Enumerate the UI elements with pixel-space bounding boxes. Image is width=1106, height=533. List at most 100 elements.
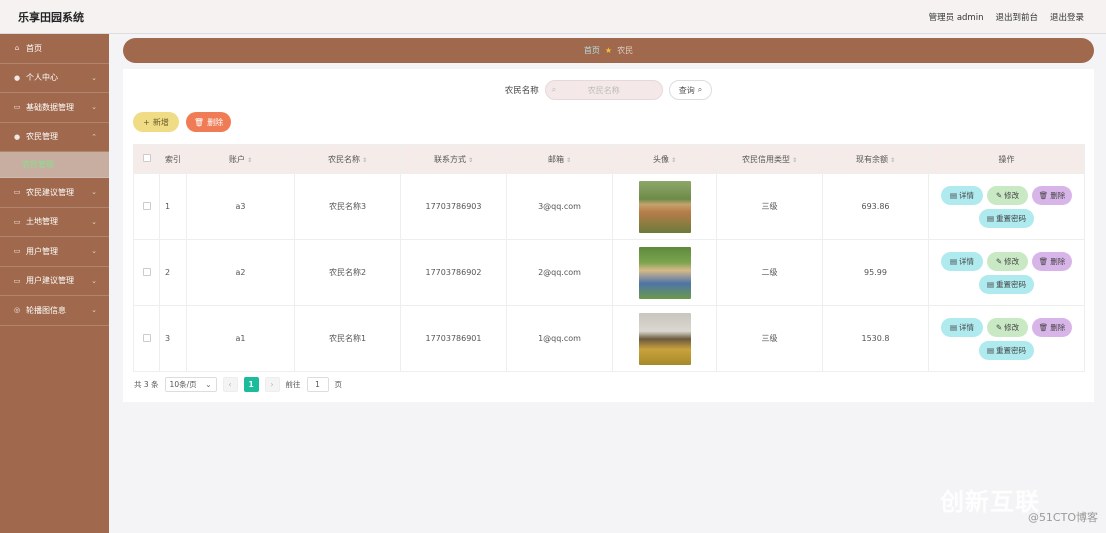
list-icon: ▭ xyxy=(13,188,21,197)
col-phone[interactable]: 联系方式 ⇕ xyxy=(400,144,507,174)
watermark-text: @51CTO博客 xyxy=(1027,511,1098,524)
watermark-logo: 创新互联 xyxy=(940,488,1040,516)
sidebar-item-label: 土地管理 xyxy=(26,217,58,227)
table-row: 2 a2 农民名称2 17703786902 2@qq.com 二级 95.99… xyxy=(133,239,1085,306)
trash-icon: 🗑 xyxy=(1038,256,1049,266)
row-checkbox[interactable] xyxy=(142,333,151,342)
sidebar-item-label: 用户建议管理 xyxy=(26,276,74,286)
row-actions: ▤ 详情 ✎ 修改 🗑 删除 ▤ 重置密码 xyxy=(937,251,1077,294)
cell-index: 2 xyxy=(159,239,187,306)
prev-page-button[interactable]: ‹ xyxy=(222,377,238,392)
trash-icon: 🗑 xyxy=(1038,190,1049,200)
table-row: 1 a3 农民名称3 17703786903 3@qq.com 三级 693.8… xyxy=(133,173,1085,240)
cell-balance: 693.86 xyxy=(822,173,929,240)
sidebar-item-land[interactable]: ▭ 土地管理 ⌄ xyxy=(0,208,109,237)
avatar[interactable] xyxy=(638,312,691,365)
detail-button[interactable]: ▤ 详情 xyxy=(941,251,983,271)
reset-password-button[interactable]: ▤ 重置密码 xyxy=(979,274,1034,294)
total-count: 共 3 条 xyxy=(134,380,159,389)
breadcrumb-current: 农民 xyxy=(617,46,634,55)
batch-delete-button[interactable]: 🗑 删除 xyxy=(186,112,231,132)
chevron-down-icon: ⌄ xyxy=(91,217,97,226)
col-name[interactable]: 农民名称 ⇕ xyxy=(294,144,401,174)
delete-button[interactable]: 🗑 删除 xyxy=(1032,317,1072,337)
pencil-icon: ✎ xyxy=(995,190,1003,200)
search-input[interactable]: ⌕ 农民名称 xyxy=(544,80,663,100)
sidebar-item-home[interactable]: ⌂ 首页 xyxy=(0,34,109,64)
detail-button[interactable]: ▤ 详情 xyxy=(941,185,983,205)
top-header: 乐享田园系统 管理员 admin 退出到前台 退出登录 xyxy=(0,0,1106,34)
cell-account: a1 xyxy=(186,305,295,372)
chevron-right-icon: › xyxy=(270,380,274,389)
to-front-link[interactable]: 退出到前台 xyxy=(995,11,1038,23)
cell-account: a2 xyxy=(186,239,295,306)
search-icon: ⌕ xyxy=(551,85,557,94)
goto-page-input[interactable]: 1 xyxy=(306,377,329,392)
trash-icon: 🗑 xyxy=(193,117,205,127)
page-button-current[interactable]: 1 xyxy=(243,377,259,392)
select-all-checkbox[interactable] xyxy=(142,154,151,162)
reset-password-button[interactable]: ▤ 重置密码 xyxy=(979,208,1034,228)
sidebar-item-farmer[interactable]: ● 农民管理 ⌃ xyxy=(0,123,109,152)
logout-link[interactable]: 退出登录 xyxy=(1050,11,1084,23)
cell-credit: 三级 xyxy=(716,173,823,240)
cell-name: 农民名称1 xyxy=(294,305,401,372)
search-label: 农民名称 xyxy=(504,86,539,96)
table-row: 3 a1 农民名称1 17703786901 1@qq.com 三级 1530.… xyxy=(133,305,1085,372)
query-label: 查询 xyxy=(678,85,695,95)
edit-button[interactable]: ✎ 修改 xyxy=(987,185,1028,205)
edit-button[interactable]: ✎ 修改 xyxy=(987,317,1028,337)
sort-icon: ⇕ xyxy=(565,156,572,164)
detail-button[interactable]: ▤ 详情 xyxy=(941,317,983,337)
row-actions: ▤ 详情 ✎ 修改 🗑 删除 ▤ 重置密码 xyxy=(937,317,1077,360)
breadcrumb-home[interactable]: 首页 xyxy=(584,45,600,56)
avatar[interactable] xyxy=(638,180,691,233)
pagination: 共 3 条 10条/页 ⌄ ‹ 1 › 前往 1 页 xyxy=(134,377,342,392)
sidebar-item-farmer-suggestion[interactable]: ▭ 农民建议管理 ⌄ xyxy=(0,178,109,208)
cell-credit: 二级 xyxy=(716,239,823,306)
sidebar-item-profile[interactable]: ● 个人中心 ⌄ xyxy=(0,64,109,93)
user-icon: ● xyxy=(13,73,21,82)
sidebar-item-label: 首页 xyxy=(26,43,42,53)
sidebar-item-carousel[interactable]: ◎ 轮播图信息 ⌄ xyxy=(0,296,109,326)
goto-suffix: 页 xyxy=(334,380,343,389)
sidebar-item-users[interactable]: ▭ 用户管理 ⌄ xyxy=(0,237,109,267)
delete-label: 删除 xyxy=(207,117,224,127)
header-actions: 管理员 admin 退出到前台 退出登录 xyxy=(929,11,1084,23)
trash-icon: 🗑 xyxy=(1038,322,1049,332)
query-button[interactable]: 查询 ⌕ xyxy=(668,80,713,100)
pencil-icon: ✎ xyxy=(995,256,1003,266)
sidebar-item-basic-data[interactable]: ▭ 基础数据管理 ⌄ xyxy=(0,93,109,123)
col-email[interactable]: 邮箱 ⇕ xyxy=(506,144,613,174)
col-credit[interactable]: 农民信用类型 ⇕ xyxy=(716,144,823,174)
chevron-down-icon: ⌄ xyxy=(91,306,97,315)
chevron-down-icon: ⌄ xyxy=(91,73,97,82)
doc-icon: ▤ xyxy=(949,190,958,200)
select-all-cell xyxy=(133,144,160,174)
col-account[interactable]: 账户 ⇕ xyxy=(186,144,295,174)
col-avatar[interactable]: 头像 ⇕ xyxy=(612,144,717,174)
col-balance[interactable]: 现有余额 ⇕ xyxy=(822,144,929,174)
cell-index: 1 xyxy=(159,173,187,240)
sidebar-item-label: 用户管理 xyxy=(26,246,58,256)
add-button[interactable]: + 新增 xyxy=(133,112,179,132)
table-header-row: 索引 账户 ⇕ 农民名称 ⇕ 联系方式 ⇕ 邮箱 ⇕ 头像 ⇕ 农民信用类型 ⇕ 现有余额 ⇕… xyxy=(133,144,1085,174)
delete-button[interactable]: 🗑 删除 xyxy=(1032,185,1072,205)
reset-password-button[interactable]: ▤ 重置密码 xyxy=(979,340,1034,360)
next-page-button[interactable]: › xyxy=(264,377,280,392)
row-checkbox[interactable] xyxy=(142,267,151,276)
edit-button[interactable]: ✎ 修改 xyxy=(987,251,1028,271)
sidebar-item-user-suggestion[interactable]: ▭ 用户建议管理 ⌄ xyxy=(0,267,109,296)
cell-phone: 17703786901 xyxy=(400,305,507,372)
cell-balance: 1530.8 xyxy=(822,305,929,372)
row-checkbox[interactable] xyxy=(142,201,151,210)
sidebar-subitem-farmer[interactable]: 农民管理 xyxy=(0,152,109,178)
sort-icon: ⇕ xyxy=(670,156,677,164)
page-size-select[interactable]: 10条/页 ⌄ xyxy=(164,377,217,392)
cell-name: 农民名称2 xyxy=(294,239,401,306)
cell-balance: 95.99 xyxy=(822,239,929,306)
avatar[interactable] xyxy=(638,246,691,299)
search-icon: ⌕ xyxy=(697,85,703,94)
delete-button[interactable]: 🗑 删除 xyxy=(1032,251,1072,271)
app-title: 乐享田园系统 xyxy=(18,10,84,24)
